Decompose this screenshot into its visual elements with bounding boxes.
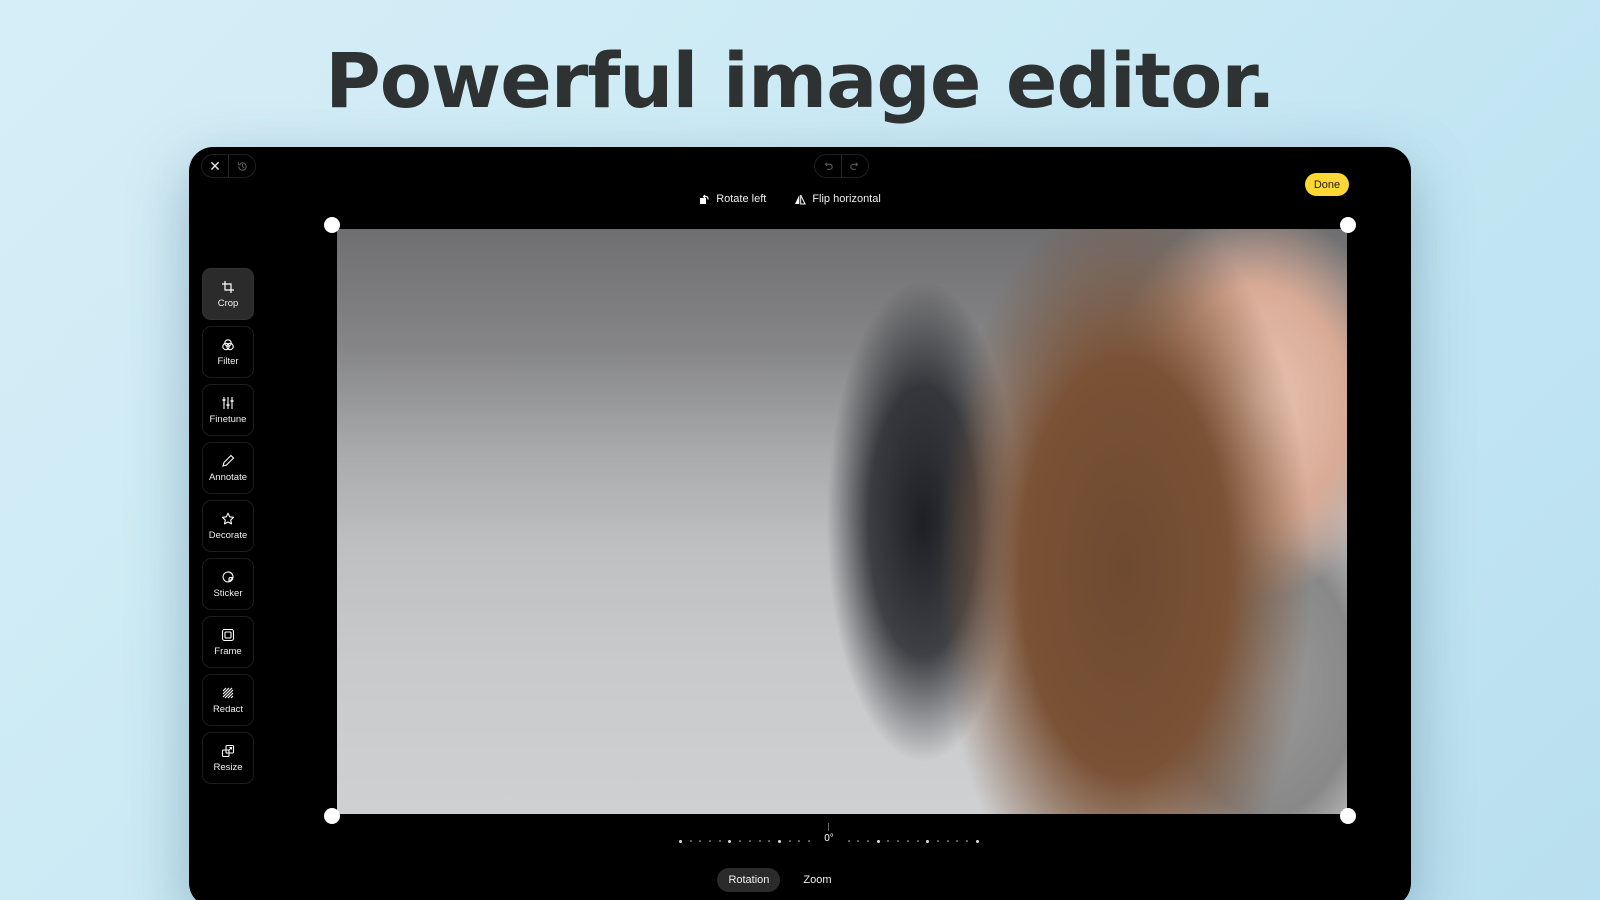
ruler-dot	[857, 840, 860, 842]
tool-label: Resize	[213, 762, 243, 773]
window-controls: ✕	[201, 154, 256, 178]
ruler-dot	[689, 840, 692, 842]
ruler-dot	[728, 839, 732, 843]
ruler-dot	[847, 840, 850, 842]
ruler-dot	[926, 839, 930, 843]
resize-icon	[220, 743, 236, 759]
ruler-dot	[906, 840, 909, 842]
redo-icon	[850, 162, 859, 170]
flip-horizontal-icon	[795, 194, 807, 204]
ruler-dot	[876, 839, 880, 843]
filter-icon	[220, 337, 236, 353]
crop-handle-bottom-left[interactable]	[324, 808, 340, 824]
crop-actions: Rotate left Flip horizontal	[189, 193, 1411, 205]
ruler-dot	[936, 840, 939, 842]
ruler-dot	[777, 839, 781, 843]
revert-button[interactable]	[229, 155, 255, 177]
ruler-dot	[887, 840, 890, 842]
tool-label: Filter	[217, 356, 239, 367]
rotate-left-icon	[700, 194, 709, 204]
close-icon: ✕	[209, 157, 221, 174]
tool-annotate[interactable]: Annotate	[202, 442, 254, 494]
crop-handle-top-right[interactable]	[1340, 217, 1356, 233]
sticker-icon	[220, 569, 236, 585]
ruler-dot	[965, 840, 968, 842]
tool-label: Crop	[217, 298, 239, 309]
pencil-icon	[220, 453, 236, 469]
redo-button[interactable]	[842, 155, 868, 177]
ruler-dot	[897, 840, 900, 842]
undo-icon	[824, 162, 833, 170]
frame-icon	[220, 627, 236, 643]
ruler-dot	[768, 840, 771, 842]
tool-sidebar: Crop Filter Finetune Annotate Decorate S…	[202, 268, 254, 784]
ruler-dot	[798, 840, 801, 842]
tool-frame[interactable]: Frame	[202, 616, 254, 668]
tool-label: Annotate	[208, 472, 248, 483]
page-headline: Powerful image editor.	[325, 36, 1276, 125]
flip-horizontal-label: Flip horizontal	[812, 193, 881, 205]
history-icon	[237, 161, 247, 171]
ruler-dot	[975, 839, 979, 843]
ruler-dot	[699, 840, 702, 842]
flip-horizontal-button[interactable]: Flip horizontal	[794, 193, 881, 205]
rotation-value: 0°	[824, 833, 834, 844]
tab-zoom[interactable]: Zoom	[792, 868, 842, 892]
ruler-dot	[748, 840, 751, 842]
rotation-slider[interactable]: 0°	[679, 823, 979, 849]
ruler-dot	[739, 840, 742, 842]
crop-handle-bottom-right[interactable]	[1340, 808, 1356, 824]
tool-label: Decorate	[208, 530, 248, 541]
redact-icon	[220, 685, 236, 701]
tool-resize[interactable]: Resize	[202, 732, 254, 784]
tool-label: Frame	[214, 646, 242, 657]
tool-label: Redact	[212, 704, 244, 715]
rotate-left-label: Rotate left	[716, 193, 767, 205]
crop-handle-top-left[interactable]	[324, 217, 340, 233]
undo-button[interactable]	[815, 155, 841, 177]
tool-sticker[interactable]: Sticker	[202, 558, 254, 610]
adjust-tabs: Rotation Zoom	[189, 868, 1411, 892]
history-controls	[814, 154, 869, 178]
ruler-dot	[867, 840, 870, 842]
close-button[interactable]: ✕	[202, 155, 228, 177]
tool-label: Sticker	[213, 588, 243, 599]
crop-icon	[220, 279, 236, 295]
ruler-dot	[916, 840, 919, 842]
ruler-dot	[956, 840, 959, 842]
tool-filter[interactable]: Filter	[202, 326, 254, 378]
tool-redact[interactable]: Redact	[202, 674, 254, 726]
ruler-dot	[807, 840, 810, 842]
rotate-left-button[interactable]: Rotate left	[699, 193, 766, 205]
tool-label: Finetune	[209, 414, 247, 425]
star-icon	[220, 511, 236, 527]
ruler-dot	[679, 839, 682, 843]
image-editor-window: ✕ Done Rotate left Flip horizontal Crop	[189, 147, 1411, 900]
ruler-dot	[709, 840, 712, 842]
tab-rotation[interactable]: Rotation	[717, 868, 781, 892]
rotation-center-tick	[828, 823, 829, 831]
tool-finetune[interactable]: Finetune	[202, 384, 254, 436]
ruler-dot	[718, 840, 721, 842]
ruler-dot	[788, 840, 791, 842]
tool-decorate[interactable]: Decorate	[202, 500, 254, 552]
image-canvas[interactable]	[337, 229, 1347, 814]
tool-crop[interactable]: Crop	[202, 268, 254, 320]
ruler-dot	[946, 840, 949, 842]
ruler-dot	[758, 840, 761, 842]
sliders-icon	[220, 395, 236, 411]
